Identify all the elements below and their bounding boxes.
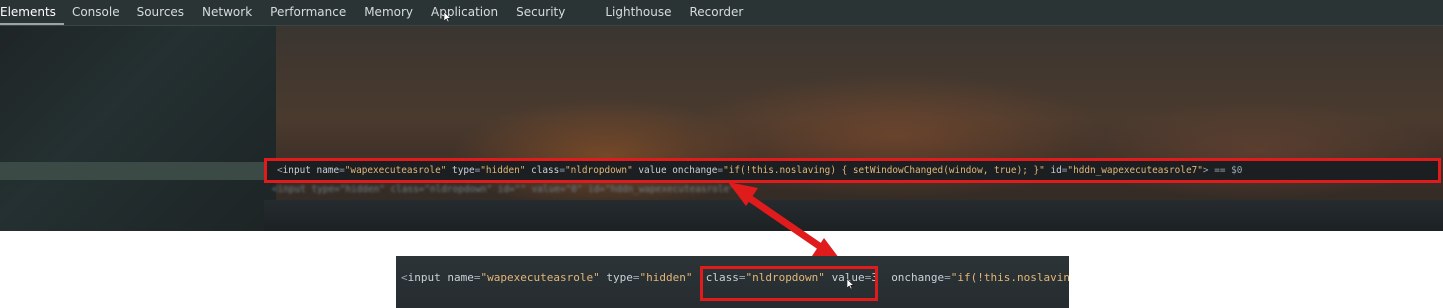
code-close-bracket: > [1202, 165, 1209, 176]
tab-lighthouse[interactable]: Lighthouse [596, 0, 680, 25]
tab-elements[interactable]: Elements [0, 0, 64, 25]
zoom-attr-name-value: "wapexecuteasrole" [480, 271, 600, 284]
zoom-attr-onchange-value: "if(!this.noslaving) [950, 271, 1069, 284]
code-attr-value: value [638, 165, 667, 176]
tab-memory[interactable]: Memory [355, 0, 422, 25]
code-attr-id-value: "hddn_wapexecuteasrole7" [1067, 165, 1203, 176]
tab-security[interactable]: Security [507, 0, 574, 25]
tab-performance[interactable]: Performance [261, 0, 355, 25]
code-attr-onchange: onchange [672, 165, 718, 176]
selected-marker: == $0 [1214, 165, 1243, 176]
code-tag-name: input [282, 165, 311, 176]
tab-console[interactable]: Console [64, 0, 128, 25]
devtools-tabbar: Elements Console Sources Network Perform… [0, 0, 1443, 26]
zoom-open-bracket: < [401, 271, 408, 284]
tab-sources[interactable]: Sources [128, 0, 193, 25]
code-attr-id: id [1050, 165, 1062, 176]
mouse-cursor-icon [847, 279, 854, 289]
next-element-line: <input type="hidden" class="nldropdown" … [272, 184, 741, 195]
tab-application[interactable]: Application [422, 0, 507, 25]
zoom-attr-onchange: onchange [891, 271, 945, 284]
code-attr-class: class [531, 165, 560, 176]
code-attr-type: type [452, 165, 475, 176]
tab-recorder[interactable]: Recorder [681, 0, 753, 25]
selected-element-line[interactable]: < input name = "wapexecuteasrole" type = "hid… [264, 158, 1441, 183]
code-attr-class-value: "nldropdown" [564, 165, 633, 176]
tab-network[interactable]: Network [193, 0, 261, 25]
mouse-cursor-icon [444, 12, 451, 22]
devtools-screenshot: Elements Console Sources Network Perform… [0, 0, 1443, 231]
elements-lower-rows [264, 200, 1443, 231]
code-attr-name-value: "wapexecuteasrole" [344, 165, 447, 176]
elements-left-pane [0, 26, 276, 231]
zoom-attr-type-value: "hidden" [639, 271, 693, 284]
code-attr-type-value: "hidden" [480, 165, 526, 176]
code-attr-name: name [316, 165, 340, 176]
zoom-attr-name: name [447, 271, 474, 284]
zoom-attr-type: type [606, 271, 633, 284]
zoom-tag-name: input [407, 271, 441, 284]
code-attr-onchange-value: "if(!this.noslaving) { setWindowChanged(… [723, 165, 1045, 176]
left-pane-selected-row [0, 162, 276, 180]
